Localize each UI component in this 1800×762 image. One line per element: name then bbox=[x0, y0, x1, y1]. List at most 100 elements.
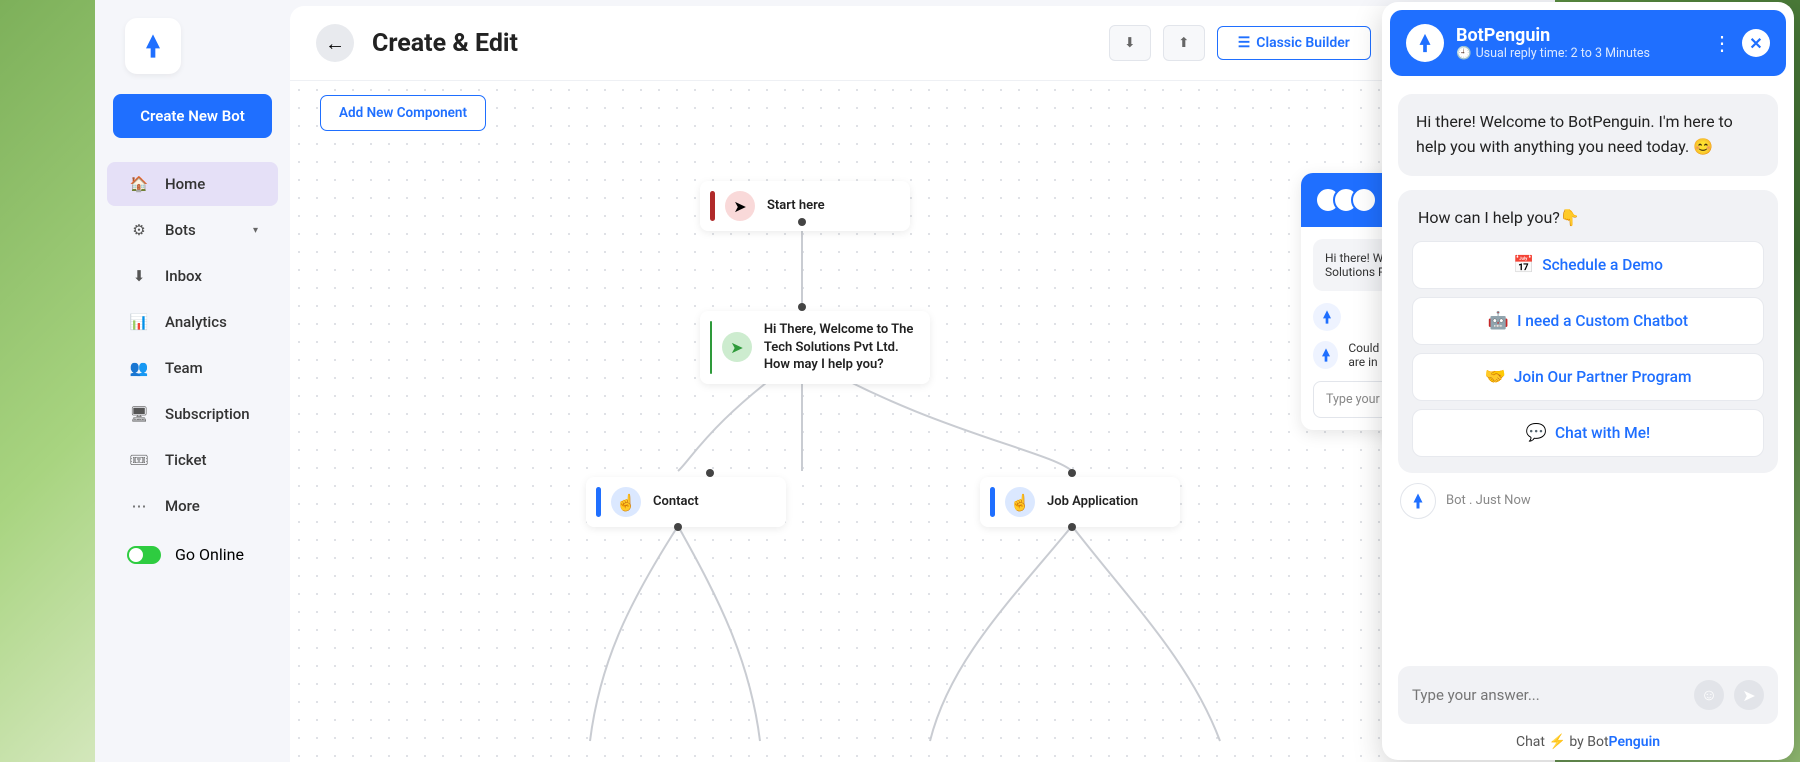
sidebar-item-label: Analytics bbox=[165, 313, 227, 331]
chat-subtitle: 🕘Usual reply time: 2 to 3 Minutes bbox=[1456, 46, 1650, 61]
flow-node-welcome[interactable]: ➤ Hi There, Welcome to The Tech Solution… bbox=[700, 311, 930, 384]
subscription-icon: 🖥 bbox=[127, 405, 151, 423]
node-port[interactable] bbox=[798, 303, 806, 311]
penguin-icon bbox=[139, 32, 167, 60]
sidebar-item-ticket[interactable]: 🎟 Ticket bbox=[107, 438, 278, 482]
upload-button[interactable]: ⬆ bbox=[1163, 25, 1205, 61]
toggle-switch[interactable] bbox=[127, 546, 161, 564]
node-port[interactable] bbox=[706, 469, 714, 477]
go-online-toggle[interactable]: Go Online bbox=[107, 532, 278, 577]
node-label: Job Application bbox=[1047, 493, 1138, 511]
app-logo[interactable] bbox=[125, 18, 181, 74]
calendar-icon: 📅 bbox=[1513, 255, 1534, 275]
tap-icon: ☝ bbox=[611, 487, 641, 517]
kebab-menu-icon[interactable]: ⋮ bbox=[1712, 31, 1732, 55]
tap-icon: ☝ bbox=[1005, 487, 1035, 517]
app-window: Create New Bot 🏠 Home ⚙ Bots ▾ ⬇ Inbox 📊 Anal… bbox=[95, 0, 1555, 762]
send-button[interactable]: ➤ bbox=[1734, 680, 1764, 710]
preview-avatars bbox=[1315, 187, 1377, 213]
chat-header: BotPenguin 🕘Usual reply time: 2 to 3 Min… bbox=[1390, 10, 1786, 76]
sidebar: Create New Bot 🏠 Home ⚙ Bots ▾ ⬇ Inbox 📊 Anal… bbox=[95, 0, 290, 762]
page-title: Create & Edit bbox=[372, 29, 518, 58]
sidebar-nav: 🏠 Home ⚙ Bots ▾ ⬇ Inbox 📊 Analytics 👥 Team 🖥 Su… bbox=[95, 160, 290, 530]
powered-by: Chat ⚡ by BotPenguin bbox=[1398, 724, 1778, 754]
penguin-icon bbox=[1313, 341, 1338, 369]
sidebar-item-label: Bots bbox=[165, 221, 196, 239]
option-custom-chatbot[interactable]: 🤖I need a Custom Chatbot bbox=[1412, 297, 1764, 345]
node-color-bar bbox=[596, 487, 601, 517]
node-color-bar bbox=[710, 191, 715, 221]
emoji-button[interactable]: ☺ bbox=[1694, 680, 1724, 710]
cursor-icon: ➤ bbox=[725, 191, 755, 221]
upload-icon: ⬆ bbox=[1178, 36, 1189, 51]
chat-title: BotPenguin bbox=[1456, 25, 1650, 46]
help-question: How can I help you?👇 bbox=[1412, 204, 1764, 241]
sidebar-item-label: Team bbox=[165, 359, 203, 377]
chat-input[interactable] bbox=[1412, 686, 1684, 704]
classic-builder-button[interactable]: ☰Classic Builder bbox=[1217, 26, 1371, 60]
chat-body: Hi there! Welcome to BotPenguin. I'm her… bbox=[1382, 84, 1794, 656]
option-chat-with-me[interactable]: 💬Chat with Me! bbox=[1412, 409, 1764, 457]
flow-canvas[interactable]: Add New Component ➤ Start here ➤ bbox=[290, 81, 1555, 762]
flow-node-contact[interactable]: ☝ Contact bbox=[586, 477, 786, 527]
sidebar-item-analytics[interactable]: 📊 Analytics bbox=[107, 300, 278, 344]
sidebar-item-bots[interactable]: ⚙ Bots ▾ bbox=[107, 208, 278, 252]
sliders-icon: ☰ bbox=[1238, 35, 1251, 51]
arrow-left-icon: ← bbox=[325, 31, 345, 56]
speech-icon: 💬 bbox=[1526, 423, 1547, 443]
flow-node-job[interactable]: ☝ Job Application bbox=[980, 477, 1180, 527]
bot-avatar bbox=[1400, 483, 1436, 519]
chat-footer: ☺ ➤ Chat ⚡ by BotPenguin bbox=[1382, 656, 1794, 760]
sidebar-item-label: Subscription bbox=[165, 405, 250, 423]
robot-icon: 🤖 bbox=[1488, 311, 1509, 331]
main-content: ← Create & Edit ⬇ ⬆ ☰Classic Builder Imp… bbox=[290, 6, 1555, 762]
option-partner-program[interactable]: 🤝Join Our Partner Program bbox=[1412, 353, 1764, 401]
home-icon: 🏠 bbox=[127, 175, 151, 193]
team-icon: 👥 bbox=[127, 359, 151, 377]
sidebar-item-label: More bbox=[165, 497, 200, 515]
sidebar-item-label: Ticket bbox=[165, 451, 207, 469]
chat-widget: BotPenguin 🕘Usual reply time: 2 to 3 Min… bbox=[1382, 2, 1794, 760]
download-icon: ⬇ bbox=[1124, 36, 1135, 51]
more-icon: ⋯ bbox=[127, 497, 151, 515]
chevron-down-icon: ▾ bbox=[253, 225, 258, 236]
add-new-component-button[interactable]: Add New Component bbox=[320, 95, 486, 131]
inbox-icon: ⬇ bbox=[127, 267, 151, 285]
bot-meta: Bot . Just Now bbox=[1400, 483, 1778, 519]
bot-message: Hi there! Welcome to BotPenguin. I'm her… bbox=[1398, 94, 1778, 176]
send-icon: ➤ bbox=[722, 332, 752, 362]
option-schedule-demo[interactable]: 📅Schedule a Demo bbox=[1412, 241, 1764, 289]
topbar: ← Create & Edit ⬇ ⬆ ☰Classic Builder Imp… bbox=[290, 6, 1555, 81]
node-port[interactable] bbox=[1068, 469, 1076, 477]
node-label: Start here bbox=[767, 197, 825, 215]
sidebar-item-more[interactable]: ⋯ More bbox=[107, 484, 278, 528]
node-port[interactable] bbox=[674, 523, 682, 531]
bots-icon: ⚙ bbox=[127, 221, 151, 239]
chat-input-row: ☺ ➤ bbox=[1398, 666, 1778, 724]
bot-timestamp: Bot . Just Now bbox=[1446, 493, 1531, 508]
node-port[interactable] bbox=[798, 218, 806, 226]
sidebar-item-subscription[interactable]: 🖥 Subscription bbox=[107, 392, 278, 436]
node-port[interactable] bbox=[1068, 523, 1076, 531]
chat-header-actions: ⋮ ✕ bbox=[1712, 29, 1770, 57]
node-label: Hi There, Welcome to The Tech Solutions … bbox=[764, 321, 914, 374]
analytics-icon: 📊 bbox=[127, 313, 151, 331]
help-block: How can I help you?👇 📅Schedule a Demo 🤖I… bbox=[1398, 190, 1778, 473]
clock-icon: 🕘 bbox=[1456, 46, 1472, 61]
bolt-icon: ⚡ bbox=[1548, 734, 1565, 750]
sidebar-item-team[interactable]: 👥 Team bbox=[107, 346, 278, 390]
back-button[interactable]: ← bbox=[316, 24, 354, 62]
sidebar-item-home[interactable]: 🏠 Home bbox=[107, 162, 278, 206]
create-new-bot-button[interactable]: Create New Bot bbox=[113, 94, 272, 138]
download-button[interactable]: ⬇ bbox=[1109, 25, 1151, 61]
chat-logo bbox=[1406, 24, 1444, 62]
node-label: Contact bbox=[653, 493, 699, 511]
sidebar-item-inbox[interactable]: ⬇ Inbox bbox=[107, 254, 278, 298]
ticket-icon: 🎟 bbox=[127, 451, 151, 469]
sidebar-item-label: Home bbox=[165, 175, 205, 193]
penguin-icon bbox=[1313, 303, 1341, 331]
node-color-bar bbox=[710, 321, 712, 374]
sidebar-item-label: Inbox bbox=[165, 267, 202, 285]
go-online-label: Go Online bbox=[175, 545, 244, 564]
close-chat-button[interactable]: ✕ bbox=[1742, 29, 1770, 57]
